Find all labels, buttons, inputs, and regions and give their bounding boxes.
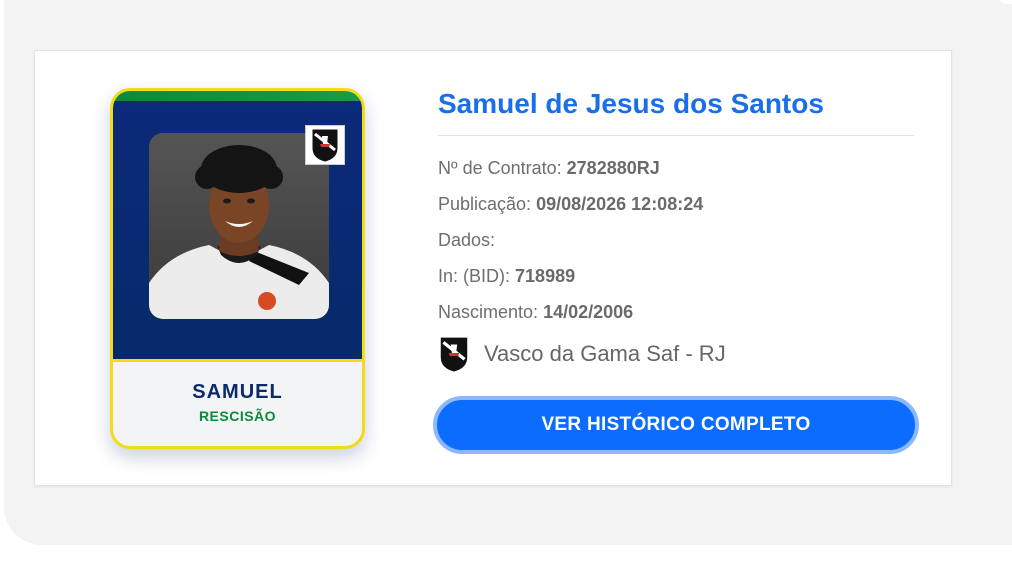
vasco-crest-icon bbox=[305, 125, 345, 165]
publication-row: Publicação: 09/08/2026 12:08:24 bbox=[438, 186, 916, 222]
view-full-history-button[interactable]: VER HISTÓRICO COMPLETO bbox=[433, 396, 919, 454]
card-body bbox=[113, 101, 362, 362]
birth-row: Nascimento: 14/02/2006 bbox=[438, 294, 916, 330]
contract-value: 2782880RJ bbox=[566, 158, 660, 178]
contract-row: Nº de Contrato: 2782880RJ bbox=[438, 150, 916, 186]
player-info: Samuel de Jesus dos Santos Nº de Contrat… bbox=[438, 86, 916, 374]
data-row: Dados: bbox=[438, 222, 916, 258]
player-photo bbox=[149, 133, 329, 319]
club-name: Vasco da Gama Saf - RJ bbox=[484, 341, 726, 366]
status-badge: RESCISÃO bbox=[198, 408, 277, 424]
contract-label: Nº de Contrato: bbox=[438, 158, 562, 178]
publication-label: Publicação: bbox=[438, 194, 532, 214]
vasco-crest-icon bbox=[438, 336, 470, 372]
club-row: Vasco da Gama Saf - RJ bbox=[438, 334, 916, 374]
publication-value: 09/08/2026 12:08:24 bbox=[536, 194, 704, 214]
divider bbox=[438, 135, 914, 136]
card-player-name: SAMUEL bbox=[192, 381, 283, 403]
birth-value: 14/02/2006 bbox=[543, 302, 634, 322]
card-footer: SAMUEL RESCISÃO bbox=[113, 362, 362, 446]
player-card: SAMUEL RESCISÃO bbox=[110, 88, 365, 449]
bid-value: 718989 bbox=[515, 266, 576, 286]
card-top-stripe bbox=[113, 91, 362, 101]
data-label: Dados: bbox=[438, 230, 496, 250]
birth-label: Nascimento: bbox=[438, 302, 539, 322]
player-full-name: Samuel de Jesus dos Santos bbox=[438, 88, 824, 119]
bid-row: In: (BID): 718989 bbox=[438, 258, 916, 294]
bid-label: In: (BID): bbox=[438, 266, 511, 286]
